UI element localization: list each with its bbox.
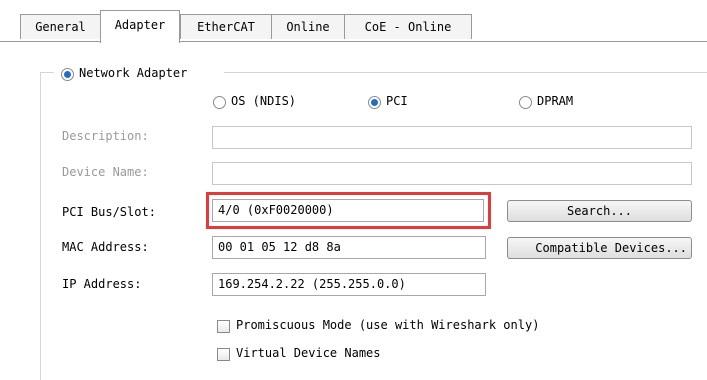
search-button[interactable]: Search...: [507, 200, 692, 222]
network-adapter-radio[interactable]: [61, 68, 74, 81]
os-ndis-radio[interactable]: [213, 96, 226, 109]
ip-address-field[interactable]: 169.254.2.22 (255.255.0.0): [212, 273, 486, 296]
pci-label: PCI: [386, 94, 408, 108]
dpram-radio[interactable]: [519, 96, 532, 109]
ip-address-label: IP Address:: [62, 277, 142, 291]
os-ndis-label: OS (NDIS): [231, 94, 297, 108]
promiscuous-mode-checkbox[interactable]: [217, 320, 230, 333]
promiscuous-mode-label: Promiscuous Mode (use with Wireshark onl…: [236, 318, 540, 332]
tab-online[interactable]: Online: [271, 14, 345, 39]
network-adapter-groupbox: [40, 72, 707, 380]
description-field[interactable]: [212, 126, 692, 149]
mac-address-field[interactable]: 00 01 05 12 d8 8a: [212, 236, 486, 259]
description-label: Description:: [62, 129, 149, 143]
device-name-field[interactable]: [212, 162, 692, 185]
virtual-device-names-label: Virtual Device Names: [236, 346, 381, 360]
mac-address-label: MAC Address:: [62, 240, 149, 254]
dpram-label: DPRAM: [537, 94, 574, 108]
device-name-label: Device Name:: [62, 165, 149, 179]
pci-radio[interactable]: [368, 96, 381, 109]
network-adapter-label: Network Adapter: [79, 66, 188, 80]
tab-adapter[interactable]: Adapter: [100, 10, 180, 43]
tab-bar: General Adapter EtherCAT Online CoE - On…: [0, 0, 707, 43]
pci-bus-slot-field[interactable]: 4/0 (0xF0020000): [212, 199, 484, 222]
tab-general[interactable]: General: [20, 14, 101, 39]
tab-coe-online[interactable]: CoE - Online: [344, 14, 472, 39]
virtual-device-names-checkbox[interactable]: [217, 348, 230, 361]
compatible-devices-button[interactable]: Compatible Devices...: [507, 237, 692, 259]
pci-bus-slot-label: PCI Bus/Slot:: [62, 205, 156, 219]
tab-ethercat[interactable]: EtherCAT: [180, 14, 272, 39]
